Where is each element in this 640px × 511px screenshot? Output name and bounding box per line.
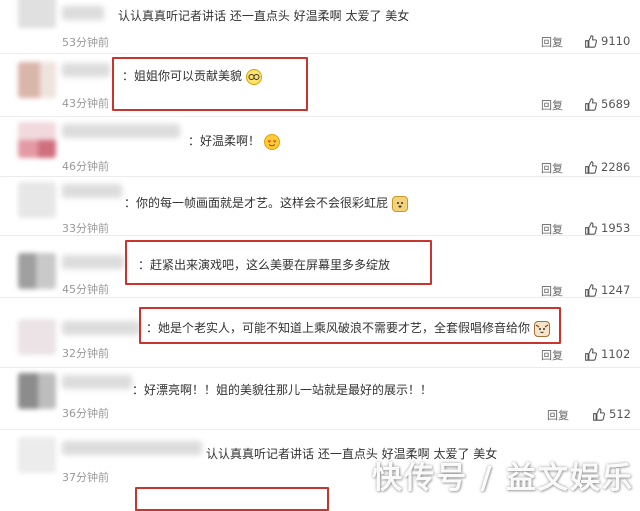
comment-text: ：好漂亮啊！！姐的美貌往那儿一站就是最好的展示！！ [132,383,433,397]
comment-item: ：赶紧出来演戏吧，这么美要在屏幕里多多绽放 45分钟前 回复 1247 [0,235,640,298]
comment-text: 认认真真听记者讲话 还一直点头 好温柔啊 太爱了 美女 [118,9,410,23]
comment-item: 认认真真听记者讲话 还一直点头 好温柔啊 太爱了 美女 53分钟前 回复 911… [0,0,640,54]
avatar[interactable] [18,0,56,28]
username-blurred[interactable] [62,375,132,389]
like-count: 512 [609,407,631,421]
thumbs-up-icon [585,347,597,361]
username-blurred[interactable] [62,441,202,455]
comment-text: ：姐姐你可以贡献美貌 [122,68,263,85]
like-count: 1102 [601,347,631,361]
avatar[interactable] [18,182,56,218]
comment-time: 53分钟前 [62,36,109,49]
comment-text: ：她是个老实人，可能不知道上乘风破浪不需要才艺，全套假唱修音给你 [146,320,551,337]
comment-item: ：她是个老实人，可能不知道上乘风破浪不需要才艺，全套假唱修音给你 32分钟前 回… [0,297,640,368]
like-button[interactable]: 512 [592,407,631,421]
comment-time: 32分钟前 [62,347,109,360]
avatar[interactable] [18,437,56,473]
thumbs-up-icon [585,221,597,235]
comment-item: ：好漂亮啊！！姐的美貌往那儿一站就是最好的展示！！ 36分钟前 回复 512 [0,367,640,430]
thumbs-up-icon [585,283,597,297]
comment-time: 33分钟前 [62,222,109,235]
reply-button[interactable]: 回复 [541,34,563,50]
reply-button[interactable]: 回复 [541,97,563,113]
thumbs-up-icon [585,160,597,174]
comment-item: ：你的每一帧画面就是才艺。这样会不会很彩虹屁 33分钟前 回复 1953 [0,176,640,236]
reply-button[interactable]: 回复 [541,347,563,363]
glasses-emoji-icon [246,68,263,85]
like-count: 1247 [601,283,631,297]
like-button[interactable]: 2286 [584,160,630,174]
like-count: 1953 [601,221,631,235]
heart-eyes-emoji-icon [264,133,281,150]
comment-text: ：好温柔啊！ [188,133,281,150]
like-button[interactable]: 1247 [584,283,630,297]
like-button[interactable]: 1953 [584,221,630,235]
reply-button[interactable]: 回复 [541,160,563,176]
comment-text: ：你的每一帧画面就是才艺。这样会不会很彩虹屁 [124,195,409,212]
comment-item: ：姐姐你可以贡献美貌 43分钟前 回复 5689 [0,53,640,117]
avatar[interactable] [18,62,56,98]
comment-item: ：好温柔啊！ 46分钟前 回复 2286 [0,116,640,177]
avatar[interactable] [18,373,56,409]
thumbs-up-icon [593,407,605,421]
reply-button[interactable]: 回复 [547,407,569,423]
cat-emoji-icon [534,320,551,337]
watermark: 快传号 / 益文娱乐 [372,461,634,496]
username-blurred[interactable] [62,6,104,20]
like-button[interactable]: 1102 [584,347,630,361]
comment-time: 37分钟前 [62,471,109,484]
avatar[interactable] [18,319,56,355]
like-button[interactable]: 5689 [584,97,630,111]
like-button[interactable]: 9110 [584,34,630,48]
username-blurred[interactable] [62,124,180,138]
comment-time: 46分钟前 [62,160,109,173]
thumbs-up-icon [585,97,597,111]
avatar[interactable] [18,122,56,158]
comment-time: 36分钟前 [62,407,109,420]
comment-time: 43分钟前 [62,97,109,110]
doge-emoji-icon [392,195,409,212]
username-blurred[interactable] [62,63,110,77]
like-count: 5689 [601,97,631,111]
like-count: 9110 [601,34,631,48]
username-blurred[interactable] [62,321,140,335]
comment-text: ：赶紧出来演戏吧，这么美要在屏幕里多多绽放 [138,258,391,272]
username-blurred[interactable] [62,255,124,269]
thumbs-up-icon [585,34,597,48]
comment-time: 45分钟前 [62,283,109,296]
avatar[interactable] [18,253,56,289]
username-blurred[interactable] [62,184,122,198]
like-count: 2286 [601,160,631,174]
